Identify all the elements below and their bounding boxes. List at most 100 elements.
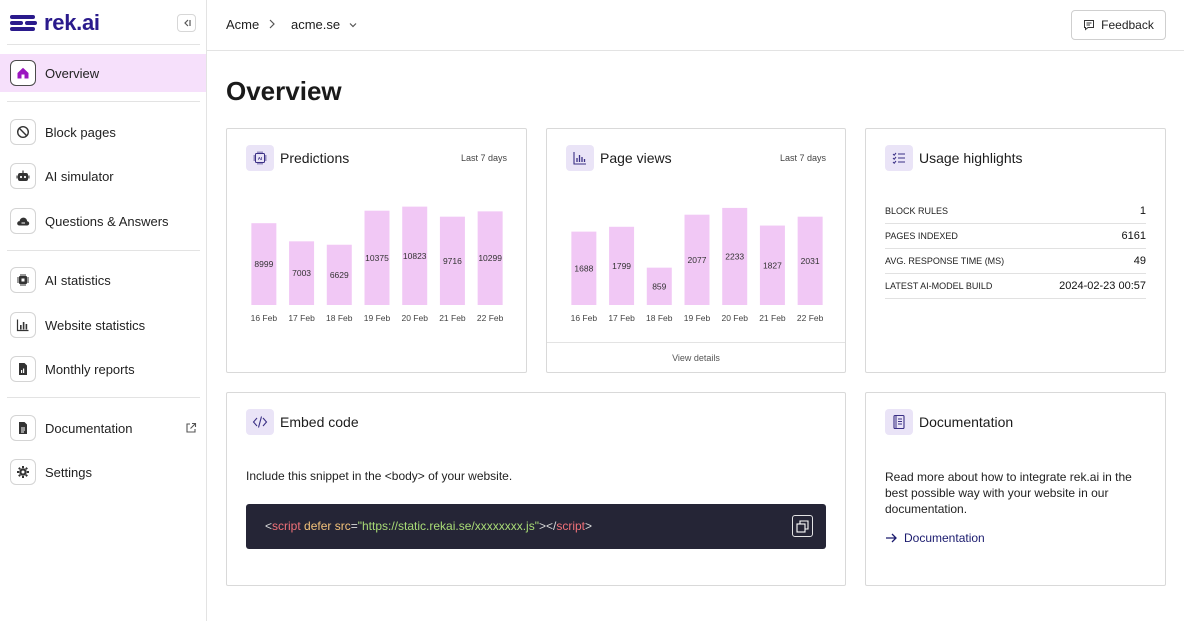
sidebar-item-label: Website statistics xyxy=(45,317,146,333)
stat-value: 2024-02-23 00:57 xyxy=(1059,280,1146,292)
date-range-label: Last 7 days xyxy=(779,153,826,163)
code-attr: src xyxy=(331,519,351,533)
x-tick-label: 17 Feb xyxy=(288,313,315,323)
sidebar-item-ai-simulator[interactable]: AI simulator xyxy=(0,157,206,195)
sidebar-item-ai-statistics[interactable]: AI statistics xyxy=(0,261,206,299)
copy-code-button[interactable] xyxy=(792,515,813,537)
x-tick-label: 21 Feb xyxy=(439,313,466,323)
date-range-label: Last 7 days xyxy=(460,153,507,163)
collapse-sidebar-button[interactable] xyxy=(177,14,196,32)
document-icon xyxy=(10,415,36,441)
sidebar-item-label: Settings xyxy=(45,464,92,480)
page-views-chart: 1688 16 Feb 1799 17 Feb 859 18 Feb 2077 19 Feb 2… xyxy=(565,179,829,329)
breadcrumb-org[interactable]: Acme xyxy=(226,17,259,32)
documentation-card: Documentation Read more about how to int… xyxy=(865,392,1166,586)
sidebar-divider xyxy=(7,397,200,398)
stat-row-pages-indexed: PAGES INDEXED 6161 xyxy=(885,224,1146,249)
chip-icon xyxy=(10,267,36,293)
bar-value-label: 1799 xyxy=(612,261,631,271)
stat-label: LATEST AI-MODEL BUILD xyxy=(885,281,993,291)
card-header: AI Predictions xyxy=(246,145,349,171)
bar-value-label: 2077 xyxy=(688,255,707,265)
page-views-card: Page views Last 7 days 1688 16 Feb 1799 17 … xyxy=(546,128,846,373)
x-tick-label: 22 Feb xyxy=(477,313,504,323)
sidebar-item-label: Documentation xyxy=(45,420,133,436)
site-select[interactable]: acme.se xyxy=(291,17,358,32)
predictions-card: AI Predictions Last 7 days 8999 16 Feb 700… xyxy=(226,128,527,373)
card-header: Usage highlights xyxy=(885,145,1023,171)
sidebar-item-label: Block pages xyxy=(45,124,116,140)
feedback-button[interactable]: Feedback xyxy=(1071,10,1166,40)
code-bracket: > xyxy=(585,519,593,533)
documentation-link[interactable]: Documentation xyxy=(885,531,985,545)
card-title: Documentation xyxy=(919,414,1014,430)
sidebar-item-settings[interactable]: Settings xyxy=(0,453,206,491)
x-tick-label: 19 Feb xyxy=(364,313,391,323)
x-tick-label: 17 Feb xyxy=(608,313,635,323)
sidebar-item-block-pages[interactable]: Block pages xyxy=(0,113,206,151)
collapse-left-icon xyxy=(183,19,191,27)
bar-value-label: 10375 xyxy=(365,253,389,263)
code-text: <script defer src="https://static.rekai.… xyxy=(265,519,592,533)
sidebar-item-website-statistics[interactable]: Website statistics xyxy=(0,306,206,344)
code-eq: = xyxy=(350,519,358,533)
sidebar-item-questions-answers[interactable]: Questions & Answers xyxy=(0,202,206,240)
bar-value-label: 8999 xyxy=(254,259,273,269)
bar-value-label: 2233 xyxy=(725,251,744,261)
sidebar-item-documentation[interactable]: Documentation xyxy=(0,409,206,447)
documentation-link-label: Documentation xyxy=(904,531,985,545)
x-tick-label: 20 Feb xyxy=(721,313,748,323)
stat-label: AVG. RESPONSE TIME (MS) xyxy=(885,256,1005,266)
stat-value: 1 xyxy=(1139,205,1146,217)
embed-code-card: Embed code Include this snippet in the <… xyxy=(226,392,846,586)
rekai-logo-icon xyxy=(10,15,37,31)
top-bar: Acme acme.se Feedback xyxy=(207,0,1184,51)
predictions-bar-chart: 8999 16 Feb 7003 17 Feb 6629 18 Feb 10375 19 Fe… xyxy=(251,206,504,323)
stat-row-avg-response-time: AVG. RESPONSE TIME (MS) 49 xyxy=(885,249,1146,274)
sidebar-divider xyxy=(7,101,200,102)
arrow-right-icon xyxy=(886,533,897,543)
chevron-right-icon xyxy=(269,19,275,29)
x-tick-label: 18 Feb xyxy=(326,313,353,323)
external-link-icon xyxy=(186,422,197,433)
stat-label: PAGES INDEXED xyxy=(885,231,958,241)
checklist-icon xyxy=(885,145,913,171)
bar-chart-icon xyxy=(566,145,594,171)
bar-value-label: 10823 xyxy=(403,251,427,261)
documentation-description: Read more about how to integrate rek.ai … xyxy=(885,470,1132,516)
card-title: Page views xyxy=(600,150,672,166)
gear-icon xyxy=(10,459,36,485)
card-header: Embed code xyxy=(246,409,359,435)
sidebar-divider xyxy=(7,250,200,251)
site-select-value: acme.se xyxy=(291,17,341,32)
stat-label: BLOCK RULES xyxy=(885,206,949,216)
bar-value-label: 6629 xyxy=(330,270,349,280)
page-title: Overview xyxy=(226,76,342,106)
sidebar-item-label: AI statistics xyxy=(45,272,111,288)
stat-value: 49 xyxy=(1133,255,1146,267)
x-tick-label: 18 Feb xyxy=(646,313,673,323)
view-details-link[interactable]: View details xyxy=(547,342,845,372)
code-bracket: < xyxy=(265,519,273,533)
sidebar-item-label: AI simulator xyxy=(45,168,114,184)
bar-value-label: 1827 xyxy=(763,260,782,270)
code-tag: script xyxy=(556,519,585,533)
usage-stats-list: BLOCK RULES 1 PAGES INDEXED 6161 AVG. RE… xyxy=(885,199,1146,299)
page-views-bar-chart: 1688 16 Feb 1799 17 Feb 859 18 Feb 2077 19 Feb 2… xyxy=(571,207,824,323)
predictions-chart: 8999 16 Feb 7003 17 Feb 6629 18 Feb 10375 19 Fe… xyxy=(245,179,509,329)
brand-logo[interactable]: rek.ai xyxy=(10,8,100,38)
bar-value-label: 10299 xyxy=(478,253,502,263)
code-icon xyxy=(246,409,274,435)
book-icon xyxy=(885,409,913,435)
card-header: Page views xyxy=(566,145,672,171)
x-tick-label: 16 Feb xyxy=(571,313,598,323)
card-title: Embed code xyxy=(280,414,359,430)
report-icon xyxy=(10,356,36,382)
embed-code-snippet[interactable]: <script defer src="https://static.rekai.… xyxy=(246,504,826,549)
sidebar-item-monthly-reports[interactable]: Monthly reports xyxy=(0,350,206,388)
sidebar-item-overview[interactable]: Overview xyxy=(0,54,206,92)
card-title: Usage highlights xyxy=(919,150,1023,166)
bar-value-label: 7003 xyxy=(292,268,311,278)
code-attr: defer xyxy=(300,519,332,533)
bar-value-label: 2031 xyxy=(801,256,820,266)
